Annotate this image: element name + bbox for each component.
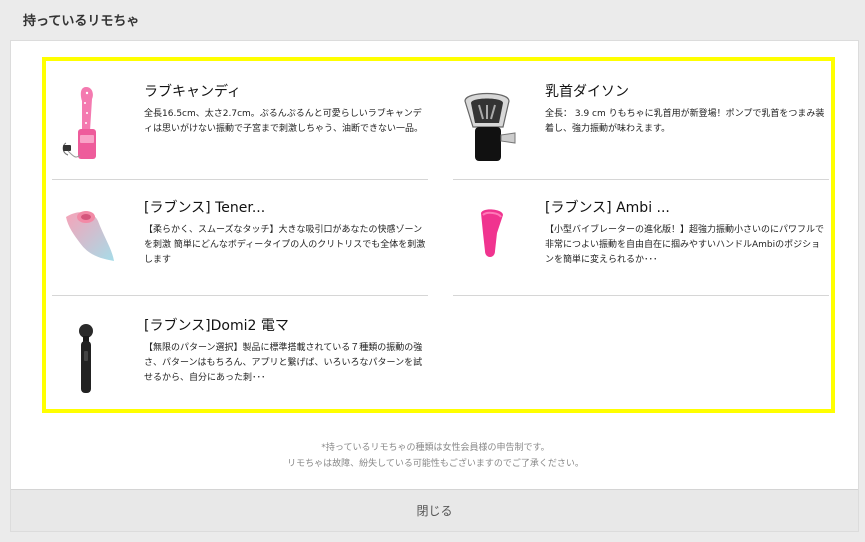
item-name[interactable]: ラブキャンディ: [144, 81, 241, 101]
item-description: 全長16.5cm、太さ2.7cm。ぷるんぷるんと可愛らしいラブキャンディは思いが…: [144, 109, 424, 134]
list-item[interactable]: [ラブンス] Ambi ... 【小型バイブレーターの進化版！】超強力振動小さい…: [453, 191, 829, 291]
item-description: 全長： 3.9 cm りもちゃに乳首用が新登場！ポンプで乳首をつまみ装着し、強力…: [545, 109, 825, 134]
black-wand-massager-image: [79, 324, 93, 393]
item-divider: [52, 179, 428, 180]
list-item[interactable]: [ラブンス] Tener... 【柔らかく、スムーズなタッチ】大きな吸引口があな…: [52, 191, 428, 291]
owned-items-highlight: ラブキャンディ 全長16.5cm、太さ2.7cm。ぷるんぷるんと可愛らしいラブキ…: [42, 57, 835, 413]
list-item[interactable]: ラブキャンディ 全長16.5cm、太さ2.7cm。ぷるんぷるんと可愛らしいラブキ…: [52, 75, 428, 175]
gradient-suction-toy-image: [66, 211, 114, 261]
item-description: 【小型バイブレーターの進化版！】超強力振動小さいのにパワフルで非常につよい振動を…: [545, 225, 825, 265]
item-divider: [453, 179, 829, 180]
item-name[interactable]: 乳首ダイソン: [545, 81, 629, 101]
item-name[interactable]: [ラブンス] Ambi ...: [545, 197, 670, 217]
item-divider: [453, 295, 829, 296]
footnote-line-2: リモちゃは故障、紛失している可能性もございますのでご了承ください。: [287, 459, 584, 469]
item-name[interactable]: [ラブンス]Domi2 電マ: [144, 315, 289, 335]
list-item[interactable]: 乳首ダイソン 全長： 3.9 cm りもちゃに乳首用が新登場！ポンプで乳首をつま…: [453, 75, 829, 175]
pink-vibrator-image: [62, 87, 96, 159]
list-item[interactable]: [ラブンス]Domi2 電マ 【無限のパターン選択】製品に標準搭載されている７種…: [52, 309, 428, 409]
nipple-pump-image: [464, 92, 516, 161]
remocha-list-panel: ラブキャンディ 全長16.5cm、太さ2.7cm。ぷるんぷるんと可愛らしいラブキ…: [10, 40, 859, 532]
item-description: 【柔らかく、スムーズなタッチ】大きな吸引口があなたの快感ゾーンを刺激 簡単にどん…: [144, 225, 426, 265]
footnote-line-1: *持っているリモちゃの種類は女性会員様の申告制です。: [321, 443, 550, 453]
close-button[interactable]: 閉じる: [11, 489, 858, 531]
modal-title: 持っているリモちゃ: [23, 14, 140, 29]
item-name[interactable]: [ラブンス] Tener...: [144, 197, 265, 217]
item-description: 【無限のパターン選択】製品に標準搭載されている７種類の振動の強さ、パターンはもち…: [144, 343, 423, 383]
item-divider: [52, 295, 428, 296]
pink-bullet-vibrator-image: [481, 209, 503, 257]
